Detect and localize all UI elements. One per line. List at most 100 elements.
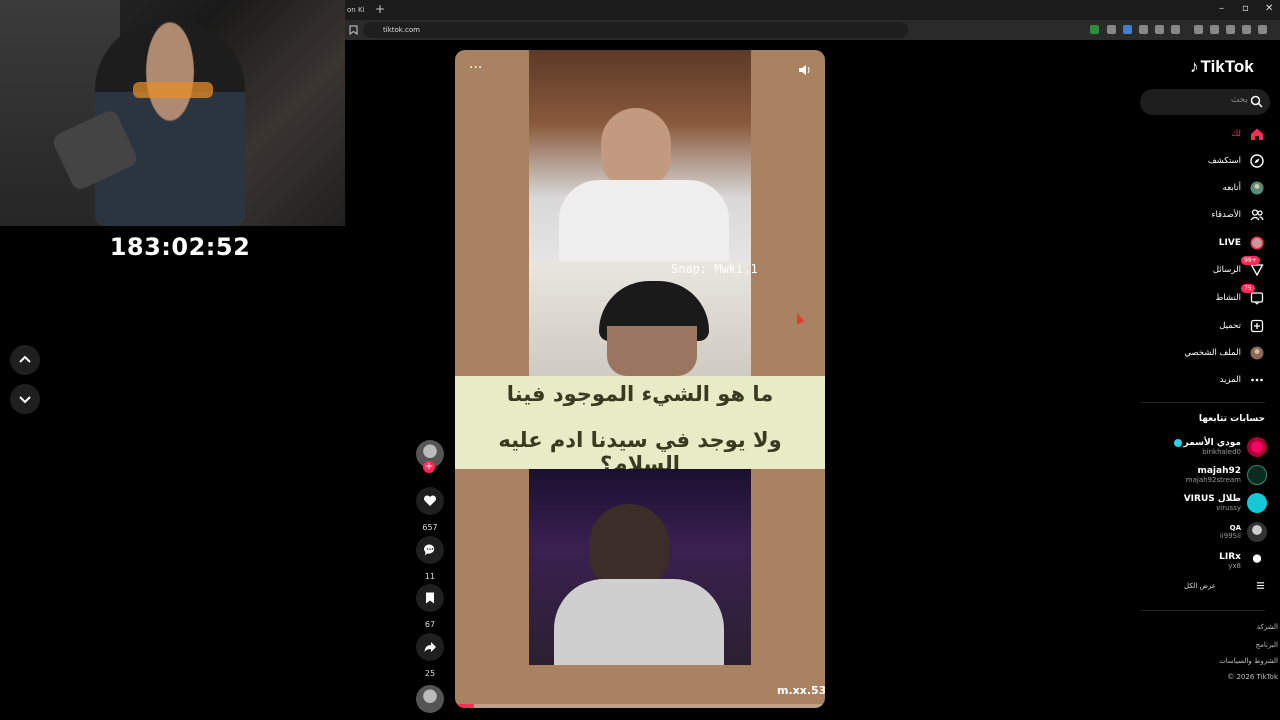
nav-more[interactable]: المزيد <box>1220 370 1265 390</box>
share-action[interactable]: 25 <box>415 633 445 678</box>
footer-company-link[interactable]: الشركة <box>1257 623 1278 631</box>
browser-tabstrip: on Ki + – ▫ ✕ <box>345 0 1280 20</box>
bookmark-icon[interactable] <box>349 25 358 35</box>
minimize-button[interactable]: – <box>1219 3 1224 14</box>
sound-disc[interactable] <box>415 685 445 713</box>
creator-avatar-button[interactable]: + <box>415 440 445 473</box>
heart-icon <box>423 495 437 506</box>
account-item[interactable]: VIRUS طلال virussy <box>1184 490 1267 516</box>
sidebar-divider <box>1140 402 1265 403</box>
address-bar[interactable]: tiktok.com <box>363 22 908 38</box>
creator-handle[interactable]: m.xx.53 <box>777 684 825 697</box>
chevron-down-icon <box>19 396 31 404</box>
list-icon <box>1256 582 1265 589</box>
extension-icon[interactable] <box>1139 25 1148 34</box>
comment-action[interactable]: 11 <box>415 536 445 581</box>
shield-icon[interactable] <box>1242 25 1251 34</box>
footer-program-link[interactable]: البرنامج <box>1256 641 1278 649</box>
video-caption-band: ما هو الشيء الموجود فينا ولا يوجد في سيد… <box>455 376 825 476</box>
extension-icon[interactable] <box>1171 25 1180 34</box>
account-item[interactable]: QA ii99Sil <box>1220 519 1267 545</box>
caption-line-1: ما هو الشيء الموجود فينا <box>506 382 774 406</box>
nav-explore[interactable]: استكشف <box>1208 151 1265 171</box>
compass-icon <box>1249 153 1265 169</box>
nav-for-you[interactable]: لك <box>1231 124 1265 144</box>
browser-toolbar: tiktok.com <box>345 20 1280 40</box>
maximize-button[interactable]: ▫ <box>1242 3 1249 14</box>
avatar <box>1247 522 1267 542</box>
follow-plus-icon[interactable]: + <box>423 461 435 473</box>
previous-video-button[interactable] <box>10 345 40 375</box>
tiktok-logo[interactable]: ♪ TikTok <box>1190 57 1254 77</box>
volume-icon[interactable] <box>797 63 811 77</box>
nav-friends[interactable]: الأصدقاء <box>1211 205 1265 225</box>
search-placeholder: بحث <box>1230 95 1248 105</box>
activity-badge: 75 <box>1241 284 1255 293</box>
following-accounts-title: حسابات تتابعها <box>1198 414 1265 424</box>
avatar <box>1247 437 1267 457</box>
snap-overlay-text: Snap: Mwki.1 <box>671 262 758 276</box>
home-icon <box>1249 126 1265 142</box>
nav-profile[interactable]: الملف الشخصي <box>1184 343 1265 363</box>
search-icon[interactable] <box>1250 95 1263 108</box>
more-icon <box>1249 372 1265 388</box>
messages-icon: 99+ <box>1241 256 1265 278</box>
see-all-button[interactable]: عرض الكل <box>1184 581 1265 590</box>
next-video-button[interactable] <box>10 384 40 414</box>
save-button[interactable] <box>416 584 444 612</box>
avatar <box>1247 551 1267 571</box>
nav-live[interactable]: LIVE <box>1219 233 1265 253</box>
browser-tab[interactable]: on Ki <box>345 2 365 20</box>
video-progress-bar[interactable] <box>455 704 825 708</box>
upload-icon <box>1249 318 1265 334</box>
video-player[interactable]: Snap: Mwki.1 ما هو الشيء الموجود فينا ول… <box>455 50 825 708</box>
extension-icon[interactable] <box>1226 25 1235 34</box>
footer-terms-link[interactable]: الشروط والسياسات <box>1219 657 1278 665</box>
stream-timer: 183:02:52 <box>109 233 251 261</box>
close-window-button[interactable]: ✕ <box>1265 3 1273 14</box>
share-count: 25 <box>424 669 436 678</box>
nav-upload[interactable]: تحميل <box>1219 316 1265 336</box>
account-item[interactable]: LIRx yx8 <box>1219 548 1267 574</box>
search-input[interactable]: بحث <box>1140 89 1270 115</box>
extension-icon[interactable] <box>1107 25 1116 34</box>
nav-activity[interactable]: النشاط 75 <box>1215 284 1265 308</box>
account-item[interactable]: مودي الأسمر binkhaled0 <box>1173 434 1267 460</box>
live-icon <box>1249 235 1265 251</box>
chevron-up-icon <box>19 355 31 363</box>
extension-icon[interactable] <box>1123 25 1132 34</box>
save-action[interactable]: 67 <box>415 584 445 629</box>
new-tab-button[interactable]: + <box>375 2 385 16</box>
comment-count: 11 <box>424 572 436 581</box>
tiktok-note-icon: ♪ <box>1190 57 1199 76</box>
nav-following[interactable]: أتابعه <box>1223 178 1265 198</box>
comment-button[interactable] <box>416 536 444 564</box>
extension-icon[interactable] <box>1090 25 1099 34</box>
nav-messages[interactable]: الرسائل 99+ <box>1213 256 1265 280</box>
more-options-icon[interactable]: ··· <box>469 60 482 76</box>
avatar <box>1247 493 1267 513</box>
profile-avatar-icon <box>1249 345 1265 361</box>
extension-icon[interactable] <box>1155 25 1164 34</box>
bookmark-icon <box>426 592 434 604</box>
like-count: 657 <box>422 523 438 532</box>
share-button[interactable] <box>416 633 444 661</box>
video-frame-bottom <box>529 469 751 665</box>
avatar <box>1247 465 1267 485</box>
extension-icon[interactable] <box>1210 25 1219 34</box>
sidebar-toggle-icon[interactable] <box>1194 25 1203 34</box>
friends-icon <box>1249 207 1265 223</box>
video-frame-middle <box>529 261 751 376</box>
sidebar-divider <box>1140 610 1265 611</box>
progress-fill <box>455 704 474 708</box>
comment-icon <box>424 544 435 556</box>
like-button[interactable] <box>416 487 444 515</box>
menu-icon[interactable] <box>1258 25 1267 34</box>
video-frame-top <box>529 50 751 261</box>
like-action[interactable]: 657 <box>415 487 445 532</box>
footer-copyright: © 2026 TikTok <box>1227 673 1278 681</box>
save-count: 67 <box>424 620 436 629</box>
music-disc-icon <box>416 685 444 713</box>
account-item[interactable]: majah92 majah92stream <box>1186 462 1267 488</box>
following-avatar-icon <box>1249 180 1265 196</box>
